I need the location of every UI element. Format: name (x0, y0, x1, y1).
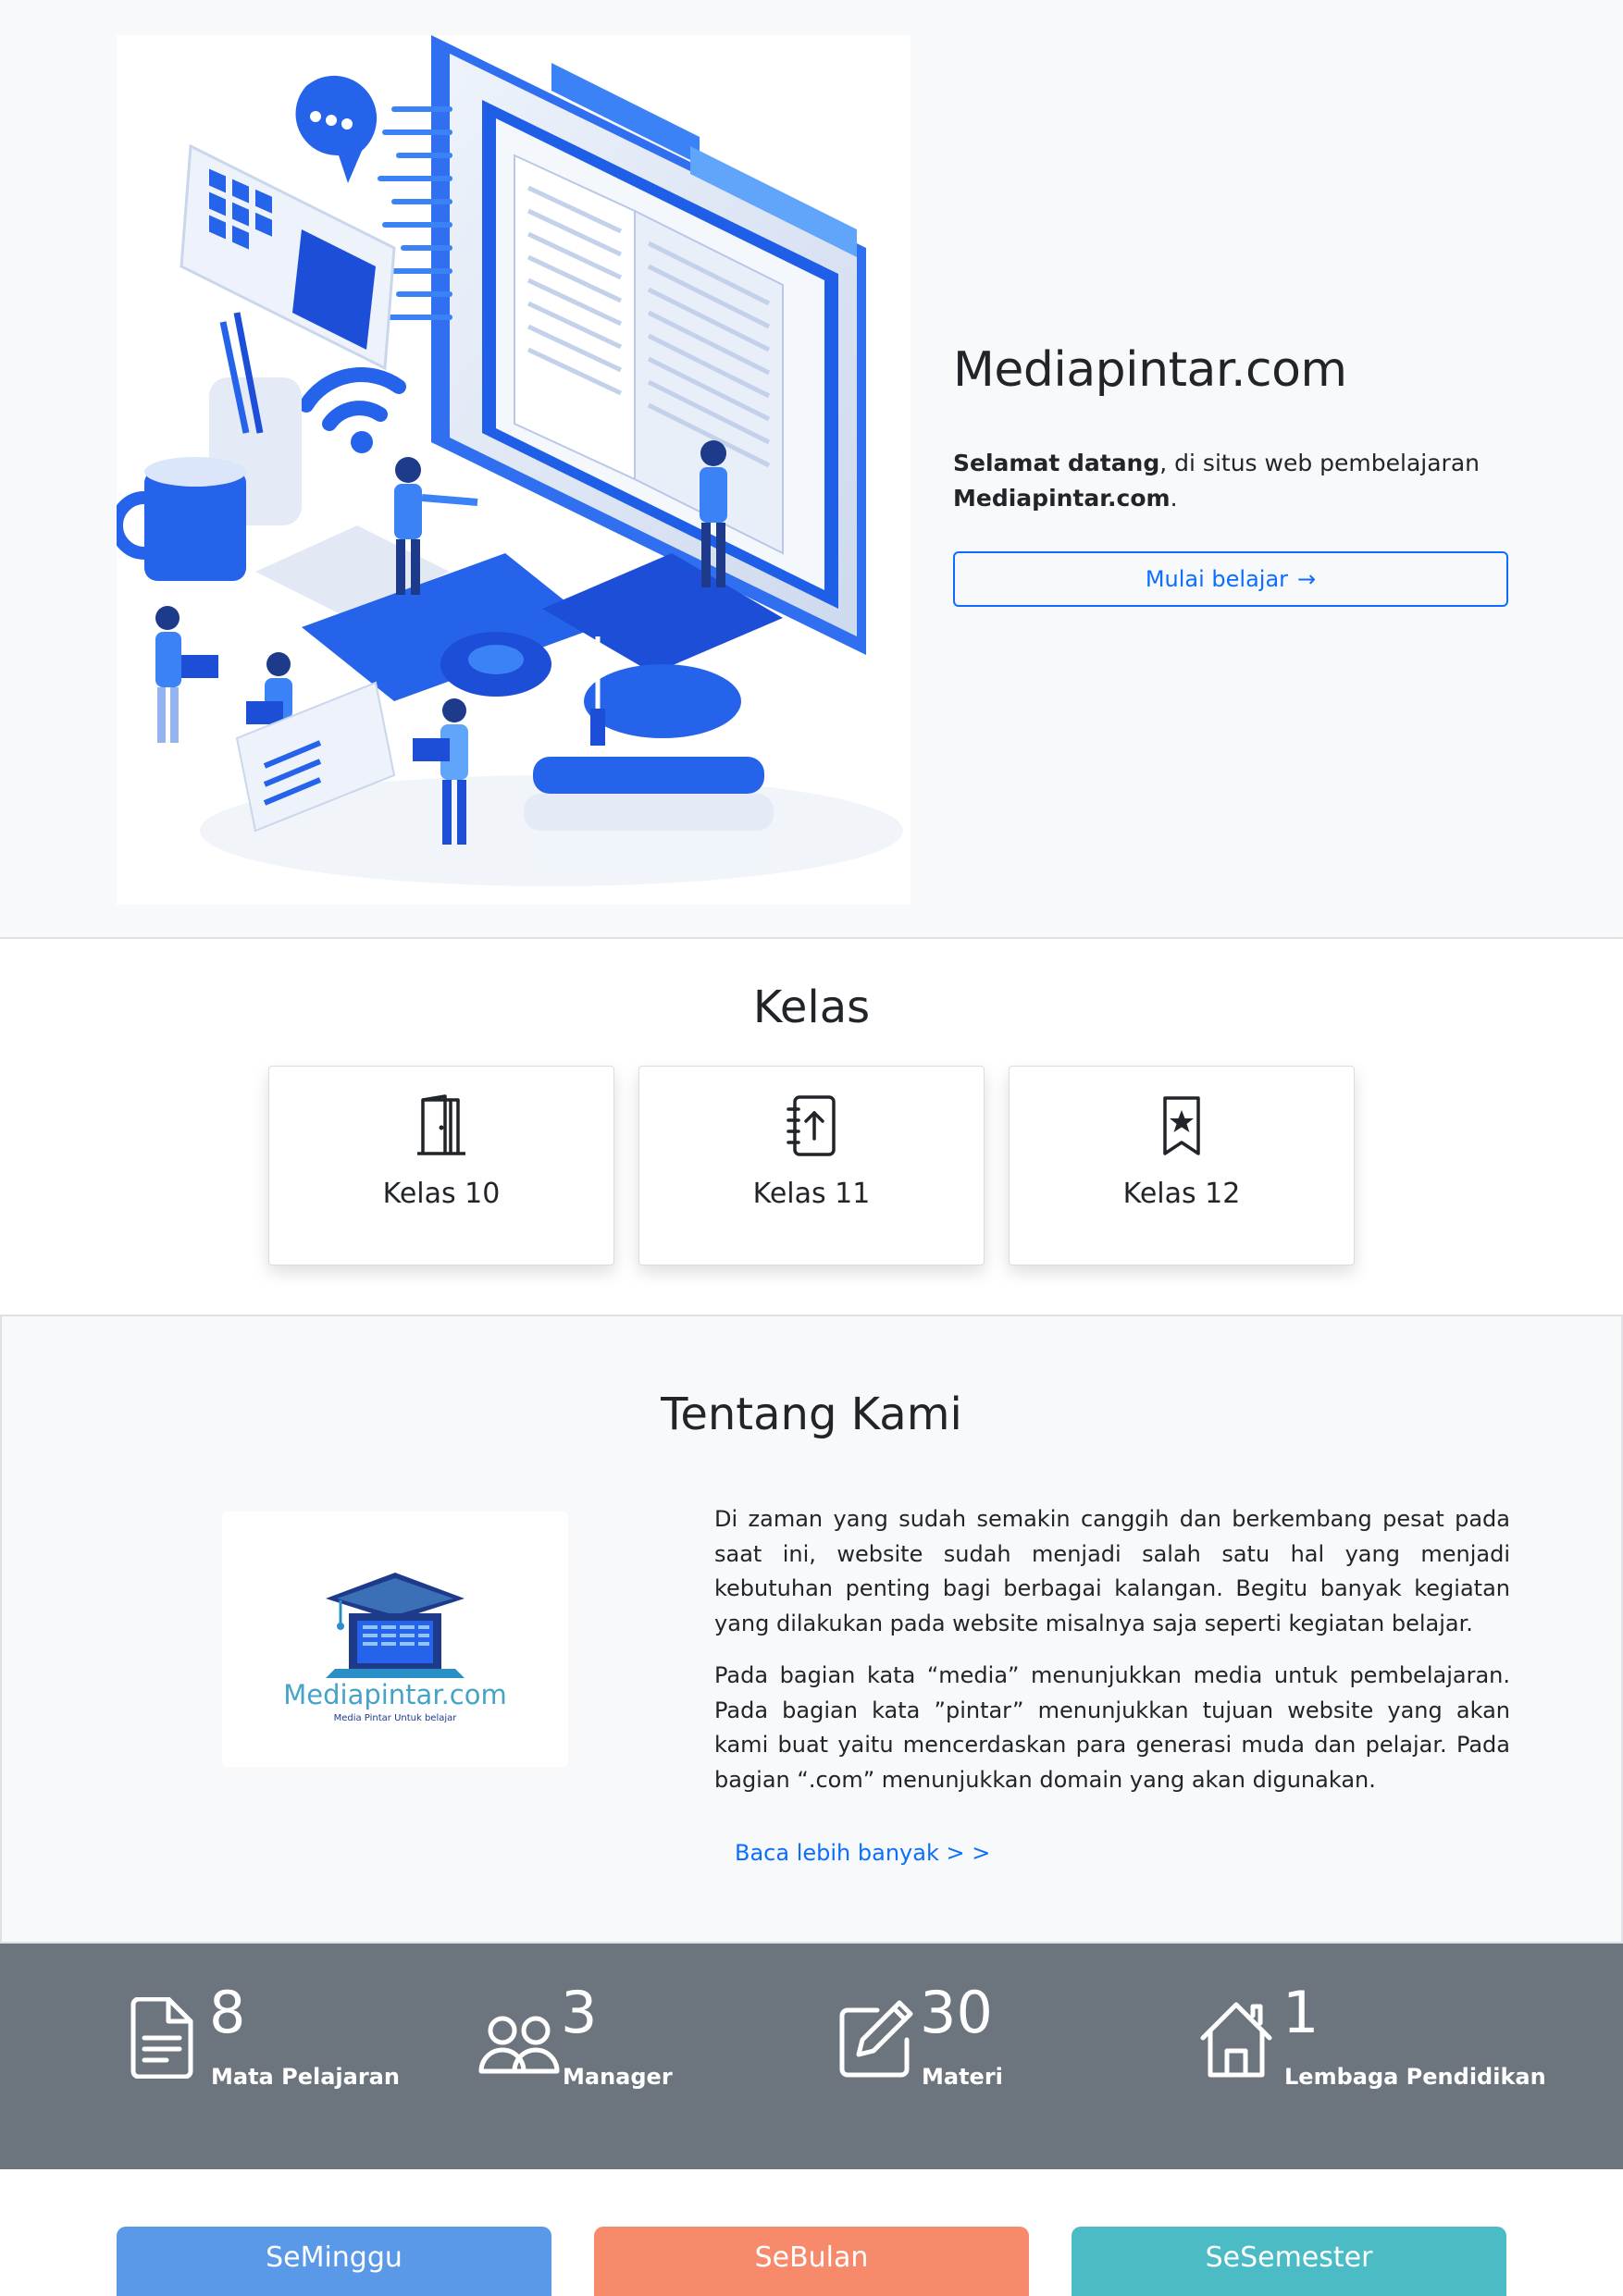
start-learning-label: Mulai belajar (1145, 566, 1289, 592)
tab-sebulan[interactable]: SeBulan (594, 2227, 1029, 2296)
kelas-card-12[interactable]: Kelas 12 (1009, 1066, 1355, 1265)
kelas-card-11[interactable]: Kelas 11 (638, 1066, 985, 1265)
stats-section: 8 Mata Pelajaran 3 Manager 30 Materi 1 L… (0, 1944, 1623, 2169)
kelas-section: Kelas Kelas 10 Kelas 11 Kelas 12 (0, 941, 1623, 1315)
kelas-card-label: Kelas 10 (382, 1178, 501, 1210)
stat-label: Mata Pelajaran (211, 2064, 400, 2090)
read-more-link[interactable]: Baca lebih banyak > > (735, 1840, 990, 1866)
about-section: Tentang Kami Mediapintar.com Media Pinta… (0, 1315, 1623, 1944)
hero-section: Mediapintar.com Selamat datang, di situs… (0, 0, 1623, 939)
tab-sesemester[interactable]: SeSemester (1072, 2227, 1506, 2296)
tab-seminggu[interactable]: SeMinggu (117, 2227, 551, 2296)
lead-bold-site: Mediapintar.com (953, 485, 1171, 512)
about-text: Di zaman yang sudah semakin canggih dan … (714, 1502, 1510, 1815)
stat-label: Lembaga Pendidikan (1284, 2064, 1546, 2090)
house-icon (1200, 2002, 1272, 2078)
mediapintar-logo: Mediapintar.com Media Pintar Untuk belaj… (222, 1512, 568, 1767)
door-icon (417, 1094, 465, 1155)
stat-value: 8 (209, 1979, 246, 2046)
kelas-title: Kelas (752, 981, 871, 1033)
kelas-card-label: Kelas 12 (1122, 1178, 1241, 1210)
lead-text-end: . (1170, 485, 1178, 512)
hero-illustration (117, 35, 911, 905)
start-learning-button[interactable]: Mulai belajar → (953, 551, 1508, 607)
about-title: Tentang Kami (661, 1389, 962, 1440)
hero-title: Mediapintar.com (953, 342, 1347, 398)
stat-label: Manager (563, 2064, 673, 2090)
hero-lead: Selamat datang, di situs web pembelajara… (953, 446, 1508, 516)
lead-bold-welcome: Selamat datang (953, 450, 1160, 476)
about-paragraph-1: Di zaman yang sudah semakin canggih dan … (714, 1506, 1510, 1636)
arrow-right-icon: → (1297, 566, 1317, 592)
stat-value: 30 (920, 1979, 993, 2046)
logo-wordmark: Mediapintar.com (283, 1679, 507, 1710)
bookmark-star-icon (1163, 1096, 1200, 1155)
kelas-card-10[interactable]: Kelas 10 (268, 1066, 614, 1265)
stat-value: 3 (561, 1979, 598, 2046)
stat-label: Materi (922, 2064, 1003, 2090)
lead-text: , di situs web pembelajaran (1159, 450, 1480, 476)
journal-arrow-up-icon (787, 1095, 836, 1156)
pencil-square-icon (839, 2000, 913, 2078)
people-icon (478, 2016, 560, 2074)
file-text-icon (130, 1997, 193, 2079)
kelas-card-label: Kelas 11 (752, 1178, 871, 1210)
logo-tagline: Media Pintar Untuk belajar (334, 1713, 458, 1723)
stat-value: 1 (1282, 1979, 1319, 2046)
about-paragraph-2: Pada bagian kata “media” menunjukkan med… (714, 1662, 1510, 1793)
